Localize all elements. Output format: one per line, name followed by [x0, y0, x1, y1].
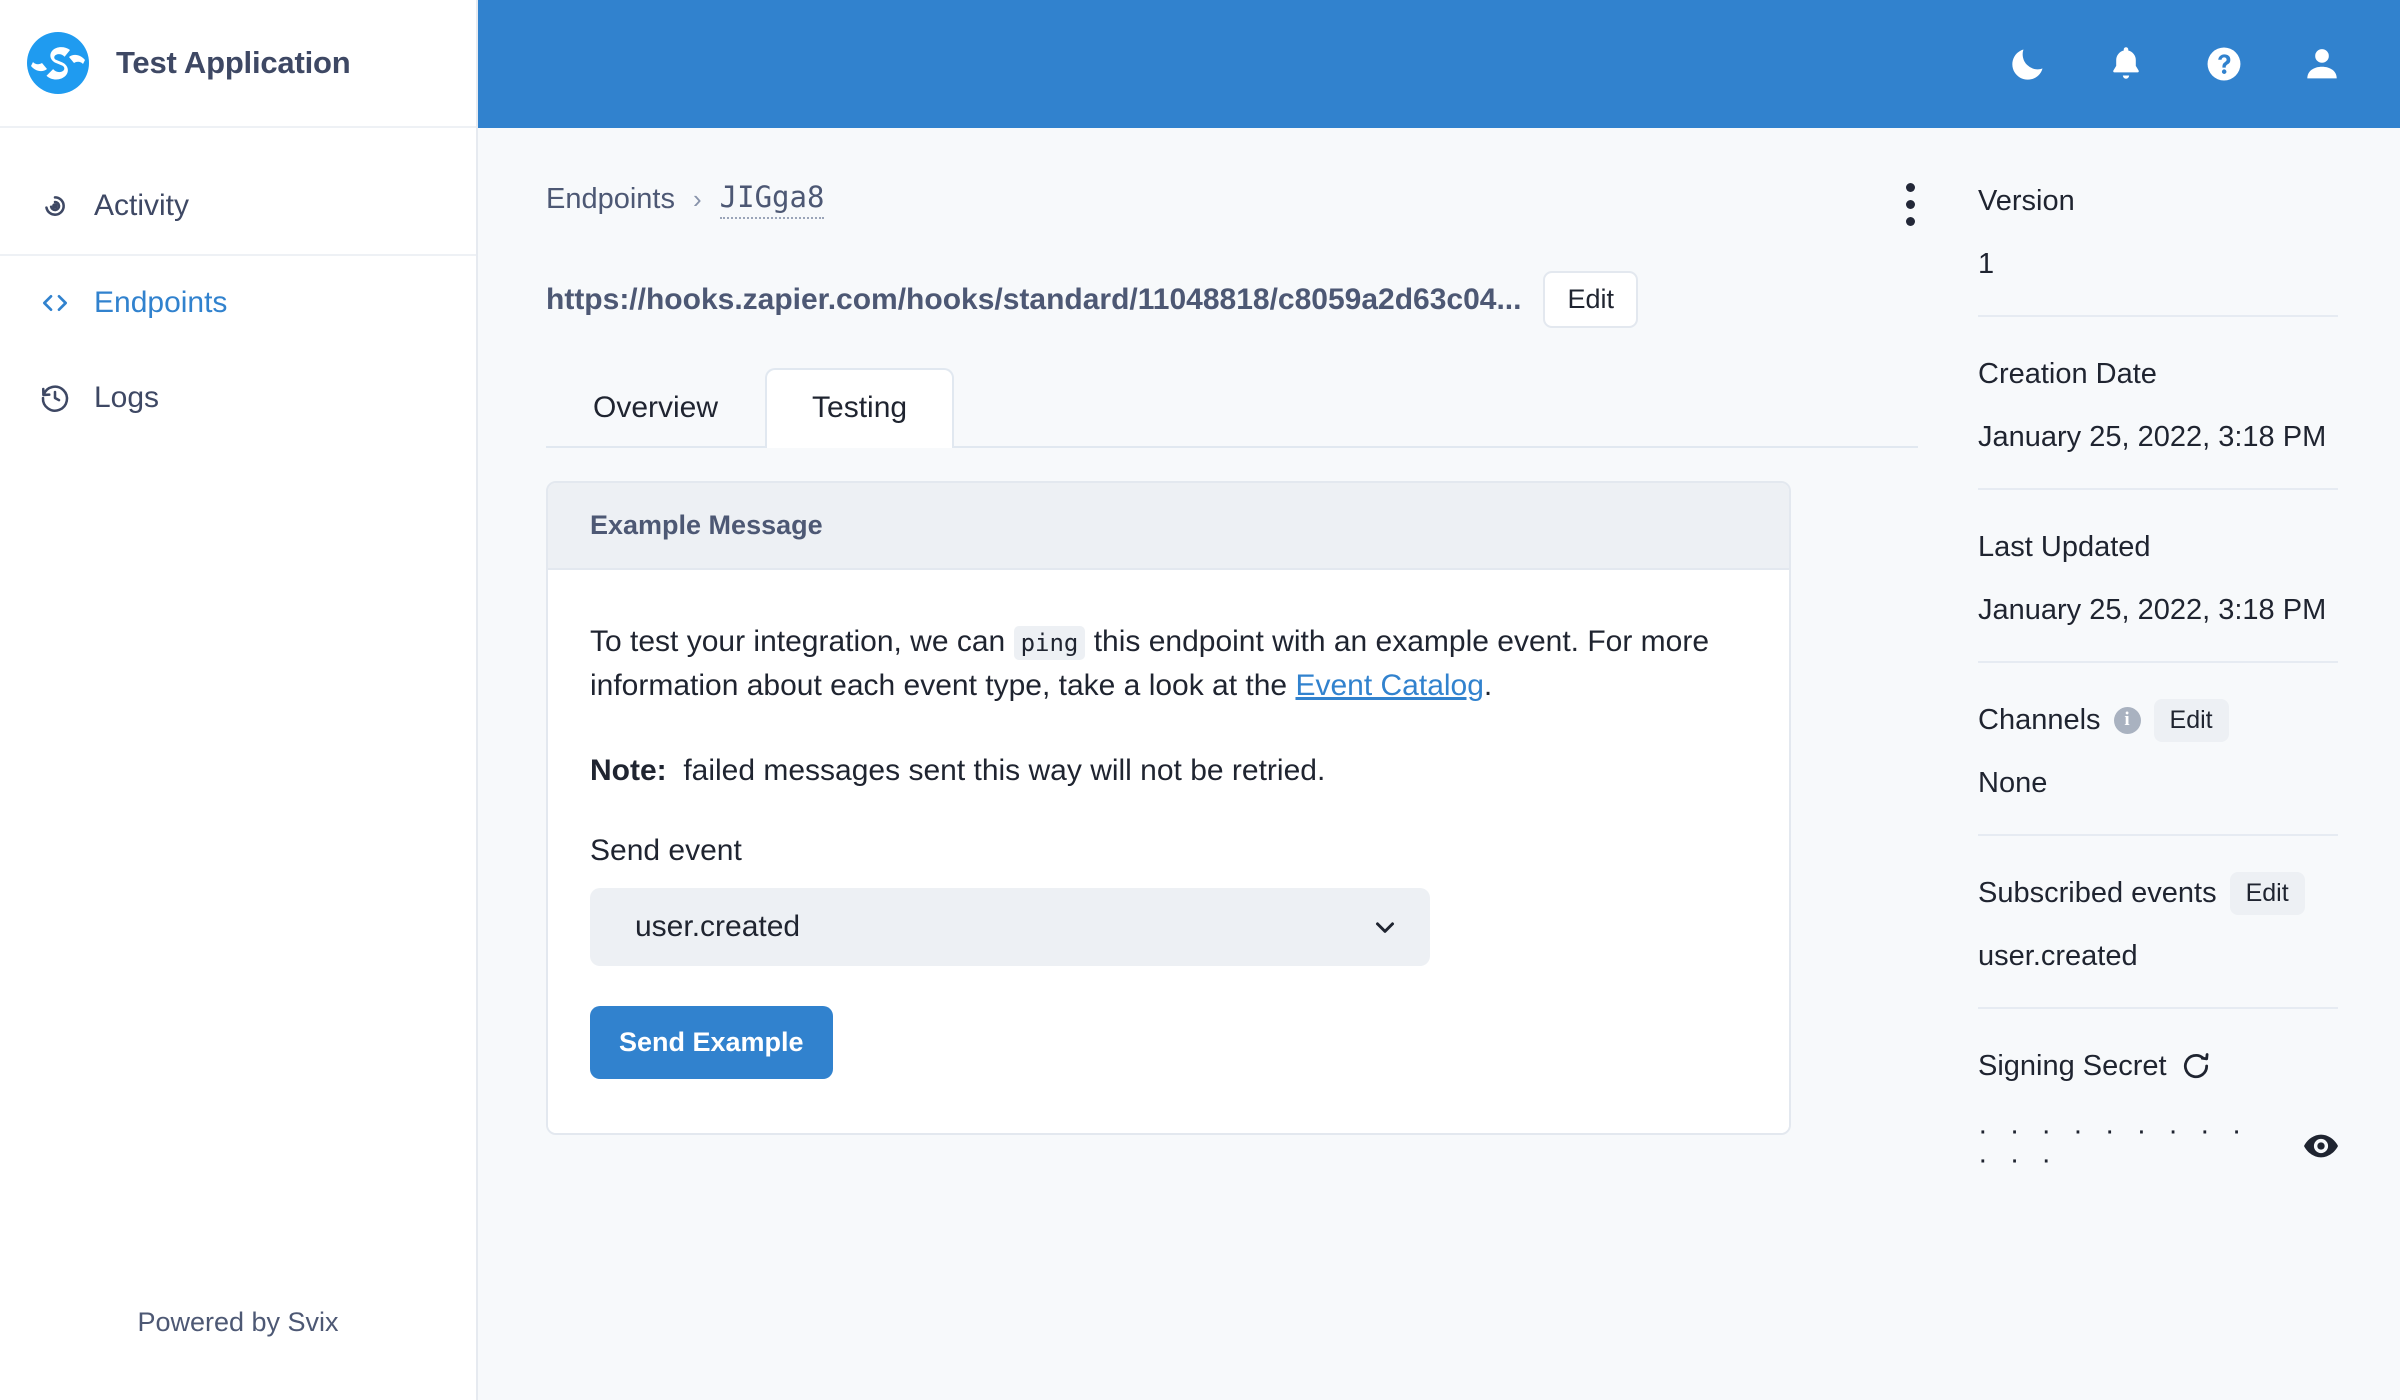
send-event-select[interactable]: user.created — [590, 887, 1430, 966]
powered-by-footer: Powered by Svix — [137, 1307, 339, 1337]
svix-logo-icon — [25, 30, 91, 96]
note-text: failed messages sent this way will not b… — [683, 753, 1326, 787]
history-clock-icon — [38, 381, 72, 415]
detail-label: Creation Date — [1978, 357, 2157, 390]
breadcrumb-separator-icon: › — [693, 184, 702, 214]
app-root: Test Application Activity Endpoints Logs… — [0, 0, 2400, 1400]
send-event-label: Send event — [590, 833, 742, 867]
card-title: Example Message — [548, 483, 1789, 570]
topbar — [478, 0, 2400, 128]
chevron-down-icon — [1370, 912, 1400, 942]
detail-label: Last Updated — [1978, 530, 2151, 563]
breadcrumb: Endpoints › JIGga8 — [546, 180, 1918, 219]
description-part-3: . — [1483, 669, 1493, 703]
sidebar-item-label: Endpoints — [94, 286, 228, 319]
detail-label: Channels — [1978, 703, 2101, 736]
detail-value: 1 — [1978, 248, 1995, 280]
more-options-kebab-icon[interactable] — [1882, 173, 1938, 235]
tab-testing[interactable]: Testing — [765, 368, 955, 448]
example-message-card: Example Message To test your integration… — [546, 481, 1791, 1135]
detail-label: Subscribed events — [1978, 876, 2217, 909]
brand-title: Test Application — [116, 45, 351, 80]
sidebar-item-label: Activity — [94, 189, 190, 222]
detail-value: January 25, 2022, 3:18 PM — [1978, 421, 2327, 453]
code-brackets-icon — [38, 286, 72, 320]
endpoint-url: https://hooks.zapier.com/hooks/standard/… — [546, 282, 1522, 316]
endpoint-url-row: https://hooks.zapier.com/hooks/standard/… — [546, 271, 1918, 328]
edit-channels-button[interactable]: Edit — [2153, 698, 2229, 742]
card-description: To test your integration, we can ping th… — [590, 620, 1710, 709]
sidebar-item-label: Logs — [94, 381, 160, 414]
detail-signing-secret: Signing Secret · · · · · · · · · · · · — [1978, 1007, 2338, 1209]
card-body: To test your integration, we can ping th… — [548, 570, 1789, 1133]
detail-subscribed-events: Subscribed events Edit user.created — [1978, 834, 2338, 1007]
detail-value: None — [1978, 767, 2048, 799]
page-body: Endpoints › JIGga8 https://hooks.zapier.… — [478, 128, 2400, 1400]
detail-version: Version 1 — [1978, 178, 2338, 315]
send-example-button[interactable]: Send Example — [590, 1005, 833, 1079]
main-content: Endpoints › JIGga8 https://hooks.zapier.… — [478, 128, 1978, 1400]
help-question-icon[interactable] — [2201, 41, 2247, 87]
sidebar-item-activity[interactable]: Activity — [0, 158, 476, 254]
eye-reveal-icon[interactable] — [2304, 1134, 2338, 1158]
detail-last-updated: Last Updated January 25, 2022, 3:18 PM — [1978, 488, 2338, 661]
detail-label: Signing Secret — [1978, 1049, 2167, 1082]
breadcrumb-root-link[interactable]: Endpoints — [546, 183, 675, 216]
detail-channels: Channels i Edit None — [1978, 661, 2338, 834]
sidebar: Test Application Activity Endpoints Logs… — [0, 0, 478, 1400]
description-part-1: To test your integration, we can — [590, 625, 1014, 658]
sidebar-item-endpoints[interactable]: Endpoints — [0, 254, 476, 350]
edit-subscribed-events-button[interactable]: Edit — [2229, 871, 2305, 915]
ping-code-chip: ping — [1013, 626, 1086, 660]
note-label: Note: — [590, 753, 667, 787]
edit-endpoint-url-button[interactable]: Edit — [1543, 271, 1638, 328]
detail-label: Version — [1978, 184, 2075, 217]
tab-overview[interactable]: Overview — [546, 368, 765, 446]
signing-secret-masked: · · · · · · · · · · · · — [1978, 1115, 2249, 1176]
send-event-selected-value: user.created — [635, 909, 801, 943]
signing-secret-row: · · · · · · · · · · · · — [1978, 1117, 2338, 1175]
activity-target-icon — [38, 189, 72, 223]
endpoint-details-panel: Version 1 Creation Date January 25, 2022… — [1978, 128, 2338, 1400]
detail-value: January 25, 2022, 3:18 PM — [1978, 594, 2327, 626]
breadcrumb-current-id[interactable]: JIGga8 — [719, 180, 825, 219]
sidebar-nav: Activity Endpoints Logs — [0, 128, 476, 446]
detail-value: user.created — [1978, 940, 2138, 972]
right-region: Endpoints › JIGga8 https://hooks.zapier.… — [478, 0, 2400, 1400]
detail-creation-date: Creation Date January 25, 2022, 3:18 PM — [1978, 315, 2338, 488]
dark-mode-moon-icon[interactable] — [2005, 41, 2051, 87]
rotate-refresh-icon[interactable] — [2180, 1050, 2212, 1082]
info-icon[interactable]: i — [2113, 706, 2141, 734]
notifications-bell-icon[interactable] — [2103, 41, 2149, 87]
tab-bar: Overview Testing — [546, 368, 1918, 448]
user-account-icon[interactable] — [2299, 41, 2345, 87]
brand-header: Test Application — [0, 0, 476, 128]
retry-note: Note: failed messages sent this way will… — [590, 754, 1747, 788]
event-catalog-link[interactable]: Event Catalog — [1295, 669, 1483, 702]
sidebar-item-logs[interactable]: Logs — [0, 350, 476, 446]
